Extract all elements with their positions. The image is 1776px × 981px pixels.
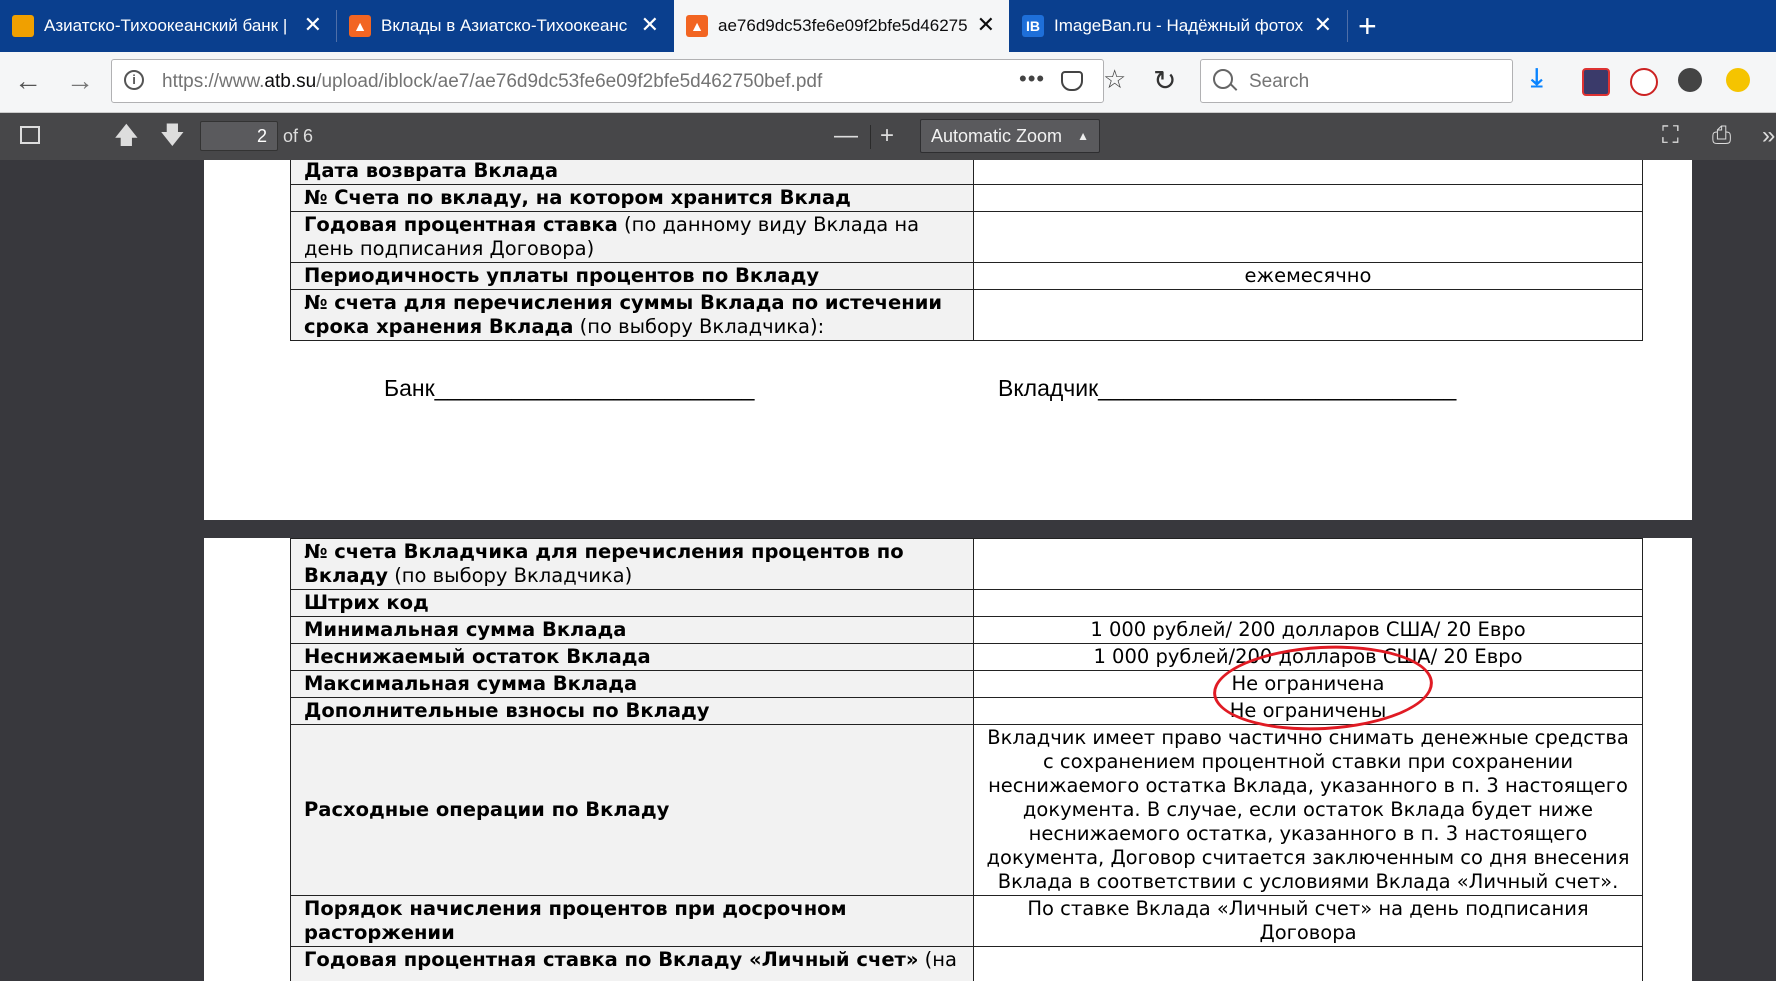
table-row: Годовая процентная ставка по Вкладу «Лич… bbox=[290, 946, 1643, 981]
deposit-table-page2: № счета Вкладчика для перечисления проце… bbox=[290, 538, 1643, 981]
table-row: Дата возврата Вклада bbox=[290, 160, 1643, 185]
previous-page-icon[interactable]: 🡅 bbox=[114, 123, 139, 149]
table-row: Дополнительные взносы по Вкладу Не огран… bbox=[290, 697, 1643, 725]
pdf-page-2: № счета Вкладчика для перечисления проце… bbox=[204, 538, 1692, 981]
row-value bbox=[973, 589, 1643, 617]
navigation-toolbar: ← → i https://www.atb.su/upload/iblock/a… bbox=[0, 52, 1776, 113]
tab-atb-bank[interactable]: Азиатско-Тихоокеанский банк | ✕ bbox=[0, 0, 336, 52]
row-label: Расходные операции по Вкладу bbox=[290, 724, 974, 896]
page-actions-icon[interactable]: ••• bbox=[1019, 66, 1045, 92]
row-label: Минимальная сумма Вклада bbox=[290, 616, 974, 644]
row-label: № Счета по вкладу, на котором хранится В… bbox=[290, 184, 974, 212]
tab-pdf-active[interactable]: ▲ ae76d9dc53fe6e09f2bfe5d46275 ✕ bbox=[674, 0, 1009, 52]
row-value: Вкладчик имеет право частично снимать де… bbox=[973, 724, 1643, 896]
row-value bbox=[973, 538, 1643, 590]
zoom-out-icon[interactable]: — bbox=[834, 123, 858, 149]
table-row: Минимальная сумма Вклада 1 000 рублей/ 2… bbox=[290, 616, 1643, 644]
search-icon bbox=[1213, 69, 1233, 89]
table-row: № счета Вкладчика для перечисления проце… bbox=[290, 538, 1643, 590]
next-page-icon[interactable]: 🡇 bbox=[160, 123, 185, 149]
more-tools-icon[interactable]: » bbox=[1762, 123, 1775, 149]
deposit-table-page1: Дата возврата Вклада № Счета по вкладу, … bbox=[290, 160, 1643, 341]
row-label: № счета Вкладчика для перечисления проце… bbox=[290, 538, 974, 590]
tab-title: Азиатско-Тихоокеанский банк | bbox=[44, 16, 288, 35]
table-row: № счета для перечисления суммы Вклада по… bbox=[290, 289, 1643, 341]
table-row: Расходные операции по Вкладу Вкладчик им… bbox=[290, 724, 1643, 896]
atb-favicon-icon: ▲ bbox=[349, 15, 371, 37]
pdf-page-1: Дата возврата Вклада № Счета по вкладу, … bbox=[204, 160, 1692, 520]
zoom-in-icon[interactable]: + bbox=[880, 123, 894, 149]
table-row: Периодичность уплаты процентов по Вкладу… bbox=[290, 262, 1643, 290]
table-row: № Счета по вкладу, на котором хранится В… bbox=[290, 184, 1643, 212]
row-label: Годовая процентная ставка (по данному ви… bbox=[290, 211, 974, 263]
presentation-mode-icon[interactable]: ⛶ bbox=[1662, 123, 1679, 149]
close-tab-icon[interactable]: ✕ bbox=[304, 14, 322, 36]
close-tab-icon[interactable]: ✕ bbox=[977, 14, 995, 36]
pocket-icon[interactable] bbox=[1061, 71, 1083, 91]
bookmark-star-icon[interactable]: ☆ bbox=[1103, 64, 1126, 95]
page-count-label: of 6 bbox=[283, 126, 314, 146]
download-arrow-icon[interactable]: ⤓ bbox=[1531, 62, 1555, 92]
forward-arrow-icon[interactable]: → bbox=[66, 66, 94, 96]
extension-screenshot-icon[interactable] bbox=[1582, 68, 1610, 96]
row-label: Штрих код bbox=[290, 589, 974, 617]
row-value bbox=[973, 160, 1643, 185]
page-number-input[interactable]: 2 bbox=[200, 121, 278, 151]
row-label: Годовая процентная ставка по Вкладу «Лич… bbox=[290, 946, 974, 981]
sidebar-toggle-icon[interactable] bbox=[20, 126, 40, 144]
zoom-select[interactable]: Automatic Zoom▲▼ bbox=[920, 119, 1100, 175]
tab-strip: Азиатско-Тихоокеанский банк | ✕ ▲ Вклады… bbox=[0, 0, 1776, 52]
row-value bbox=[973, 946, 1643, 981]
pdf-viewport[interactable]: Дата возврата Вклада № Счета по вкладу, … bbox=[0, 160, 1776, 981]
table-row: Максимальная сумма Вклада Не ограничена bbox=[290, 670, 1643, 698]
tab-title: Вклады в Азиатско-Тихоокеанс bbox=[381, 16, 628, 35]
table-row: Неснижаемый остаток Вклада 1 000 рублей/… bbox=[290, 643, 1643, 671]
print-icon[interactable]: ⎙ bbox=[1712, 123, 1731, 149]
url-bar[interactable]: i https://www.atb.su/upload/iblock/ae7/a… bbox=[111, 59, 1126, 103]
close-tab-icon[interactable]: ✕ bbox=[641, 14, 659, 36]
extension-gears-icon[interactable] bbox=[1678, 68, 1702, 92]
row-value bbox=[973, 289, 1643, 341]
table-row: Порядок начисления процентов при досрочн… bbox=[290, 895, 1643, 947]
search-bar[interactable] bbox=[1200, 59, 1513, 103]
row-value: По ставке Вклада «Личный счет» на день п… bbox=[973, 895, 1643, 947]
tab-imageban[interactable]: IB ImageBan.ru - Надёжный фотох ✕ bbox=[1010, 0, 1346, 52]
atb-favicon-icon: ▲ bbox=[686, 15, 708, 37]
extension-noscript-icon[interactable] bbox=[1630, 68, 1658, 96]
close-tab-icon[interactable]: ✕ bbox=[1314, 14, 1332, 36]
tab-deposits[interactable]: ▲ Вклады в Азиатско-Тихоокеанс ✕ bbox=[337, 0, 673, 52]
tab-title: ae76d9dc53fe6e09f2bfe5d46275 bbox=[718, 16, 968, 35]
row-label: Дополнительные взносы по Вкладу bbox=[290, 697, 974, 725]
search-input[interactable] bbox=[1247, 68, 1501, 96]
url-text[interactable]: https://www.atb.su/upload/iblock/ae7/ae7… bbox=[162, 71, 822, 93]
pdf-toolbar: 🡅 🡇 2 of 6 — + Automatic Zoom▲▼ ⛶ ⎙ » bbox=[0, 113, 1776, 175]
row-label: Неснижаемый остаток Вклада bbox=[290, 643, 974, 671]
row-label: Порядок начисления процентов при досрочн… bbox=[290, 895, 974, 947]
row-label: Периодичность уплаты процентов по Вкладу bbox=[290, 262, 974, 290]
tab-title: ImageBan.ru - Надёжный фотох bbox=[1054, 16, 1304, 35]
new-tab-plus-icon[interactable]: + bbox=[1358, 8, 1377, 44]
bank-signature-line: Банк_________________________ bbox=[384, 375, 755, 401]
row-value: 1 000 рублей/ 200 долларов США/ 20 Евро bbox=[973, 616, 1643, 644]
site-info-icon[interactable]: i bbox=[124, 70, 144, 90]
extension-e-icon[interactable] bbox=[1726, 68, 1750, 92]
table-row: Годовая процентная ставка (по данному ви… bbox=[290, 211, 1643, 263]
row-label: Дата возврата Вклада bbox=[290, 160, 974, 185]
tab-separator bbox=[1347, 10, 1348, 42]
toolbar-separator bbox=[870, 125, 871, 149]
depositor-signature-line: Вкладчик____________________________ bbox=[998, 375, 1457, 401]
reload-icon[interactable]: ↻ bbox=[1153, 64, 1176, 97]
atb-favicon-icon bbox=[12, 15, 34, 37]
row-value bbox=[973, 211, 1643, 263]
table-row: Штрих код bbox=[290, 589, 1643, 617]
back-arrow-icon[interactable]: ← bbox=[14, 66, 42, 96]
imageban-favicon-icon: IB bbox=[1022, 15, 1044, 37]
row-value bbox=[973, 184, 1643, 212]
row-label: № счета для перечисления суммы Вклада по… bbox=[290, 289, 974, 341]
row-value: ежемесячно bbox=[973, 262, 1643, 290]
row-label: Максимальная сумма Вклада bbox=[290, 670, 974, 698]
